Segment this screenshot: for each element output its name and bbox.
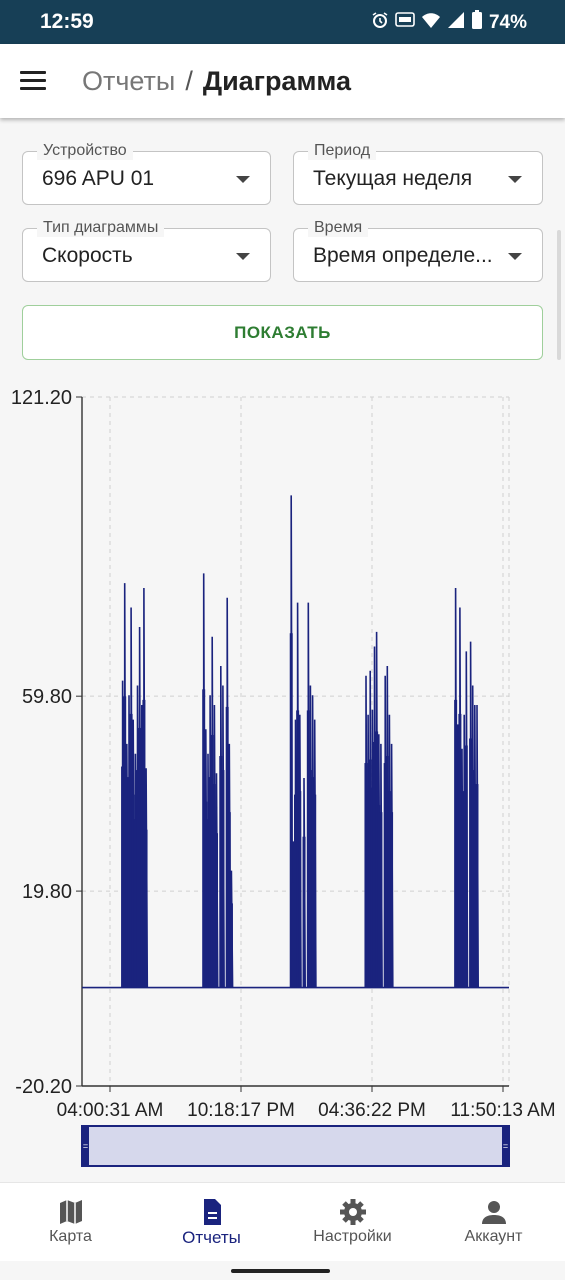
device-value: 696 APU 01 — [42, 167, 155, 190]
app-bar: Отчеты / Диаграмма — [0, 44, 565, 118]
show-button[interactable]: ПОКАЗАТЬ — [22, 305, 543, 360]
period-label: Период — [308, 142, 377, 160]
x-tick-label: 04:36:22 PM — [318, 1100, 426, 1121]
wifi-icon — [421, 11, 441, 35]
nav-reports[interactable]: Отчеты — [141, 1183, 282, 1261]
nav-map[interactable]: Карта — [0, 1183, 141, 1261]
nav-settings-label: Настройки — [313, 1228, 392, 1245]
status-time: 12:59 — [40, 10, 94, 33]
nav-account[interactable]: Аккаунт — [423, 1183, 564, 1261]
y-tick-label: 121.20 — [11, 387, 72, 409]
x-tick-label: 04:00:31 AM — [57, 1100, 164, 1121]
device-label: Устройство — [37, 142, 133, 160]
chevron-down-icon — [508, 253, 522, 260]
time-select[interactable]: Время Время определе... — [293, 219, 543, 282]
signal-icon — [447, 11, 465, 35]
range-selection[interactable] — [81, 1125, 510, 1167]
speed-spike — [215, 833, 219, 988]
report-icon — [203, 1199, 221, 1225]
speed-spike — [464, 745, 468, 988]
breadcrumb-reports-link[interactable]: Отчеты — [82, 66, 175, 96]
chevron-down-icon — [236, 176, 250, 183]
x-tick-label: 10:18:17 PM — [187, 1100, 295, 1121]
speed-spike — [390, 812, 394, 988]
speed-spike — [221, 770, 225, 988]
handle-grip-icon: = — [503, 1141, 508, 1151]
speed-spike — [229, 903, 233, 988]
home-indicator[interactable] — [231, 1269, 330, 1273]
alarm-icon — [371, 11, 389, 35]
battery-percent: 74% — [488, 11, 527, 33]
chart-type-value: Скорость — [42, 244, 133, 267]
speed-spike — [144, 829, 148, 988]
time-value: Время определе... — [313, 244, 493, 267]
x-tick-label: 11:50:13 AM — [450, 1100, 555, 1121]
handle-grip-icon: = — [83, 1141, 88, 1151]
period-value: Текущая неделя — [313, 167, 473, 190]
menu-button[interactable] — [20, 71, 46, 91]
gear-icon — [339, 1199, 366, 1225]
period-select[interactable]: Период Текущая неделя — [293, 142, 543, 205]
range-navigator[interactable]: = = — [81, 1125, 510, 1167]
nav-reports-label: Отчеты — [182, 1228, 241, 1247]
speed-chart: 121.20 59.80 19.80 -20.20 04:00:31 AM 10:18:… — [11, 387, 556, 1167]
page-title: Диаграмма — [202, 66, 352, 96]
nav-account-label: Аккаунт — [464, 1228, 523, 1245]
breadcrumb-separator: / — [185, 66, 193, 96]
chevron-down-icon — [508, 176, 522, 183]
status-icons: 74% — [371, 10, 527, 35]
nav-settings[interactable]: Настройки — [282, 1183, 423, 1261]
battery-icon — [471, 10, 483, 35]
status-bar: 12:59 74% — [0, 0, 565, 44]
account-icon — [481, 1201, 506, 1224]
bottom-navigation: Карта Отчеты Настройки Аккаунт — [0, 1182, 565, 1261]
nav-map-label: Карта — [49, 1228, 92, 1245]
y-tick-label: -20.20 — [15, 1076, 72, 1098]
speed-series — [82, 495, 509, 989]
speed-spike — [302, 836, 306, 988]
auto-icon — [395, 11, 415, 35]
speed-spike — [313, 794, 317, 988]
scrollbar[interactable] — [557, 230, 561, 360]
time-label: Время — [308, 219, 369, 237]
breadcrumb: Отчеты / Диаграмма — [82, 66, 351, 97]
speed-spike — [298, 791, 302, 988]
chart-type-label: Тип диаграммы — [37, 219, 165, 237]
y-tick-label: 59.80 — [22, 686, 72, 708]
y-tick-label: 19.80 — [22, 881, 72, 903]
map-icon — [59, 1200, 82, 1224]
device-select[interactable]: Устройство 696 APU 01 — [22, 142, 271, 205]
chevron-down-icon — [236, 253, 250, 260]
chart-type-select[interactable]: Тип диаграммы Скорость — [22, 219, 271, 282]
speed-spike — [475, 784, 479, 988]
speed-spike — [379, 812, 383, 988]
